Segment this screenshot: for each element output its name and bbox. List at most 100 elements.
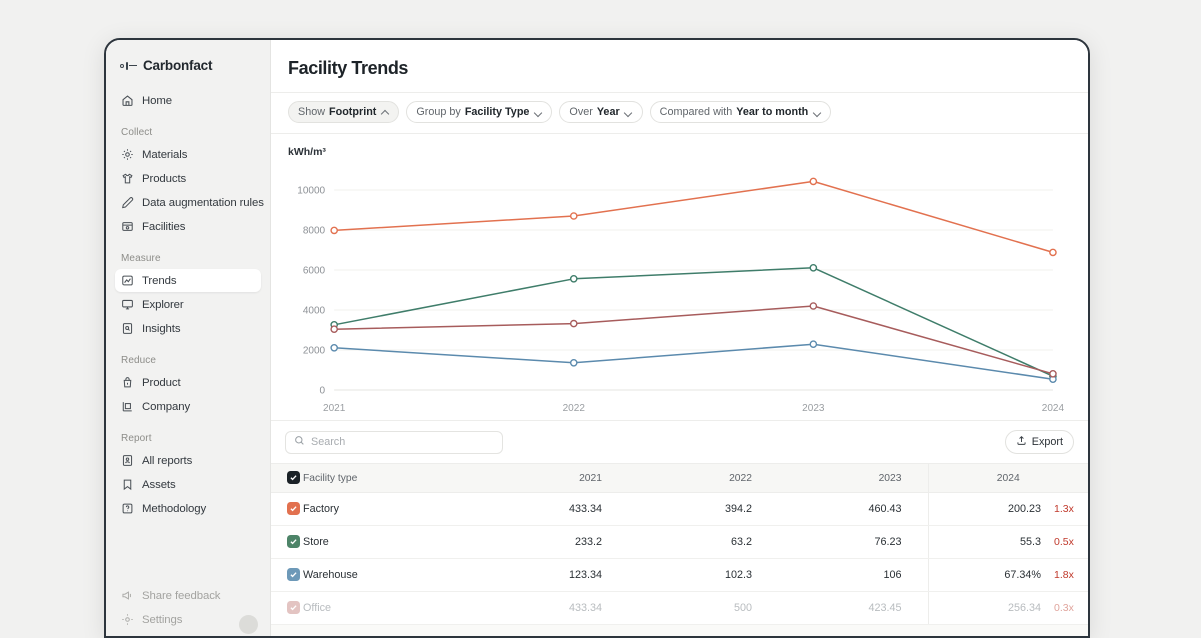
svg-text:8000: 8000	[303, 226, 326, 237]
filter-group-by[interactable]: Group by Facility Type	[406, 101, 553, 123]
sidebar-item-label: Explorer	[142, 298, 184, 311]
facilities-store-icon	[121, 220, 134, 233]
svg-text:0: 0	[320, 386, 326, 397]
row-checkbox[interactable]	[286, 568, 300, 581]
carbonfact-logo-mark-icon	[120, 61, 137, 70]
facility-trends-line-chart[interactable]: 0 2000 4000 6000 8000 10000 2021 2022 2023 2024	[288, 162, 1071, 420]
table-row[interactable]: Factory 433.34 394.2 460.43 200.23 1.3x	[271, 492, 1088, 526]
sidebar-item-assets[interactable]: Assets	[115, 473, 261, 496]
row-checkbox[interactable]	[286, 502, 300, 515]
avatar[interactable]	[239, 615, 258, 634]
filter-over[interactable]: Over Year	[559, 101, 643, 123]
search-input[interactable]	[311, 436, 494, 448]
sidebar-section-measure: Measure	[121, 253, 161, 264]
sidebar-item-share-feedback[interactable]: Share feedback	[115, 584, 261, 607]
table-row[interactable]: Store 233.2 63.2 76.23 55.3 0.5x	[271, 525, 1088, 559]
row-facility-type: Office	[303, 591, 478, 625]
svg-text:2024: 2024	[1042, 403, 1065, 414]
sidebar-item-label: Methodology	[142, 502, 207, 515]
row-2024-number: 256.34	[1007, 602, 1041, 614]
chevron-down-icon	[625, 108, 633, 116]
sidebar-item-insights[interactable]: Insights	[115, 317, 261, 340]
filter-value: Year to month	[736, 106, 809, 118]
row-value-2022: 500	[628, 591, 778, 625]
sidebar-item-products[interactable]: Products	[115, 167, 261, 190]
row-value-2024: 55.3 0.5x	[927, 525, 1088, 559]
sidebar-item-trends[interactable]: Trends	[115, 269, 261, 292]
export-upload-icon	[1016, 435, 1027, 449]
filter-compared-with[interactable]: Compared with Year to month	[649, 101, 832, 123]
row-value-2024: 256.34 0.3x	[927, 591, 1088, 625]
brand-name: Carbonfact	[143, 58, 213, 73]
svg-text:2000: 2000	[303, 346, 326, 357]
sidebar-item-materials[interactable]: Materials	[115, 143, 261, 166]
table-footer	[271, 625, 1088, 636]
row-value-2024: 67.34% 1.8x	[927, 558, 1088, 592]
sidebar-section-collect: Collect	[121, 127, 153, 138]
sidebar-item-facilities[interactable]: Facilities	[115, 215, 261, 238]
sidebar-section-report: Report	[121, 433, 152, 444]
search-box[interactable]	[285, 430, 503, 454]
sidebar-item-label: Home	[142, 94, 172, 107]
header-select-all-cell	[271, 463, 303, 493]
insights-document-icon	[121, 322, 134, 335]
sidebar-item-label: Company	[142, 400, 191, 413]
row-value-2023: 76.23	[778, 525, 928, 559]
header-facility-type[interactable]: Facility type	[303, 463, 478, 493]
search-icon	[294, 433, 305, 451]
row-value-2022: 63.2	[628, 525, 778, 559]
export-button[interactable]: Export	[1004, 430, 1074, 454]
app-window: Carbonfact Home Collect Materials Produc…	[104, 38, 1090, 638]
question-icon	[121, 502, 134, 515]
select-all-checkbox[interactable]	[286, 471, 300, 484]
filter-prefix: Show	[298, 106, 326, 118]
row-2024-number: 67.34%	[1004, 569, 1041, 581]
sidebar-item-home[interactable]: Home	[115, 89, 261, 112]
sidebar-item-all-reports[interactable]: All reports	[115, 449, 261, 472]
row-value-2021: 433.34	[478, 591, 628, 625]
materials-gear-icon	[121, 148, 134, 161]
svg-text:6000: 6000	[303, 266, 326, 277]
chevron-down-icon	[813, 108, 821, 116]
row-multiplier-badge: 0.5x	[1054, 536, 1074, 548]
home-icon	[121, 94, 134, 107]
row-facility-type: Store	[303, 525, 478, 559]
sidebar-item-reduce-product[interactable]: Product	[115, 371, 261, 394]
svg-text:2021: 2021	[323, 403, 346, 414]
svg-text:4000: 4000	[303, 306, 326, 317]
header-2022[interactable]: 2022	[628, 463, 778, 493]
bookmark-icon	[121, 478, 134, 491]
row-value-2023: 460.43	[778, 492, 928, 526]
svg-text:10000: 10000	[297, 186, 325, 197]
sidebar-item-reduce-company[interactable]: Company	[115, 395, 261, 418]
sidebar-item-methodology[interactable]: Methodology	[115, 497, 261, 520]
sidebar-item-label: Materials	[142, 148, 188, 161]
row-select-cell	[271, 591, 303, 625]
sidebar-item-label: Trends	[142, 274, 177, 287]
header-2021[interactable]: 2021	[478, 463, 628, 493]
table-row[interactable]: Office 433.34 500 423.45 256.34 0.3x	[271, 591, 1088, 625]
reports-icon	[121, 454, 134, 467]
header-2023[interactable]: 2023	[778, 463, 928, 493]
megaphone-icon	[121, 589, 134, 602]
row-value-2024: 200.23 1.3x	[927, 492, 1088, 526]
table-row[interactable]: Warehouse 123.34 102.3 106 67.34% 1.8x	[271, 558, 1088, 592]
row-facility-type: Warehouse	[303, 558, 478, 592]
row-facility-type: Factory	[303, 492, 478, 526]
filter-show-footprint[interactable]: Show Footprint	[288, 101, 400, 123]
sidebar-item-label: Assets	[142, 478, 176, 491]
row-checkbox[interactable]	[286, 601, 300, 614]
filter-value: Footprint	[329, 106, 377, 118]
sidebar-item-label: Facilities	[142, 220, 186, 233]
chart-unit-label: kWh/m³	[288, 146, 326, 158]
header-2024[interactable]: 2024	[927, 463, 1088, 493]
row-value-2021: 123.34	[478, 558, 628, 592]
sidebar-item-data-augmentation-rules[interactable]: Data augmentation rules	[115, 191, 264, 214]
filter-value: Year	[596, 106, 620, 118]
row-checkbox[interactable]	[286, 535, 300, 548]
sidebar-item-explorer[interactable]: Explorer	[115, 293, 261, 316]
brand-logo[interactable]: Carbonfact	[115, 54, 261, 73]
facility-table-section: Export Facility type	[271, 420, 1088, 636]
settings-gear-icon	[121, 613, 134, 626]
row-multiplier-badge: 1.8x	[1054, 569, 1074, 581]
